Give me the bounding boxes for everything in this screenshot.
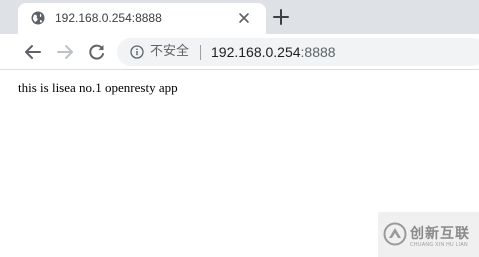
info-icon[interactable] bbox=[130, 45, 144, 59]
url-port: :8888 bbox=[300, 44, 336, 60]
tab-title: 192.168.0.254:8888 bbox=[55, 11, 162, 25]
arrow-left-icon[interactable] bbox=[23, 42, 43, 62]
security-status[interactable]: 不安全 bbox=[150, 45, 189, 59]
plus-icon[interactable] bbox=[272, 8, 290, 26]
tab-active[interactable]: 192.168.0.254:8888 bbox=[18, 3, 266, 34]
toolbar: 不安全 192.168.0.254:8888 bbox=[0, 34, 479, 70]
close-icon[interactable] bbox=[236, 10, 252, 26]
watermark-subtitle: CHUANG XIN HU LIAN bbox=[410, 242, 468, 248]
watermark: 创新互联 CHUANG XIN HU LIAN bbox=[378, 212, 479, 257]
address-bar[interactable]: 不安全 192.168.0.254:8888 bbox=[117, 38, 479, 66]
watermark-brand: 创新互联 bbox=[410, 226, 470, 242]
brand-logo-icon bbox=[383, 222, 407, 246]
reload-icon[interactable] bbox=[87, 42, 107, 62]
globe-icon bbox=[31, 11, 45, 25]
arrow-right-icon[interactable] bbox=[55, 42, 75, 62]
tab-strip: 192.168.0.254:8888 bbox=[0, 0, 479, 34]
omnibox-divider bbox=[200, 45, 201, 60]
url-host: 192.168.0.254 bbox=[211, 44, 301, 60]
page-body-text: this is lisea no.1 openresty app bbox=[18, 80, 178, 95]
url-text[interactable]: 192.168.0.254:8888 bbox=[211, 44, 336, 60]
